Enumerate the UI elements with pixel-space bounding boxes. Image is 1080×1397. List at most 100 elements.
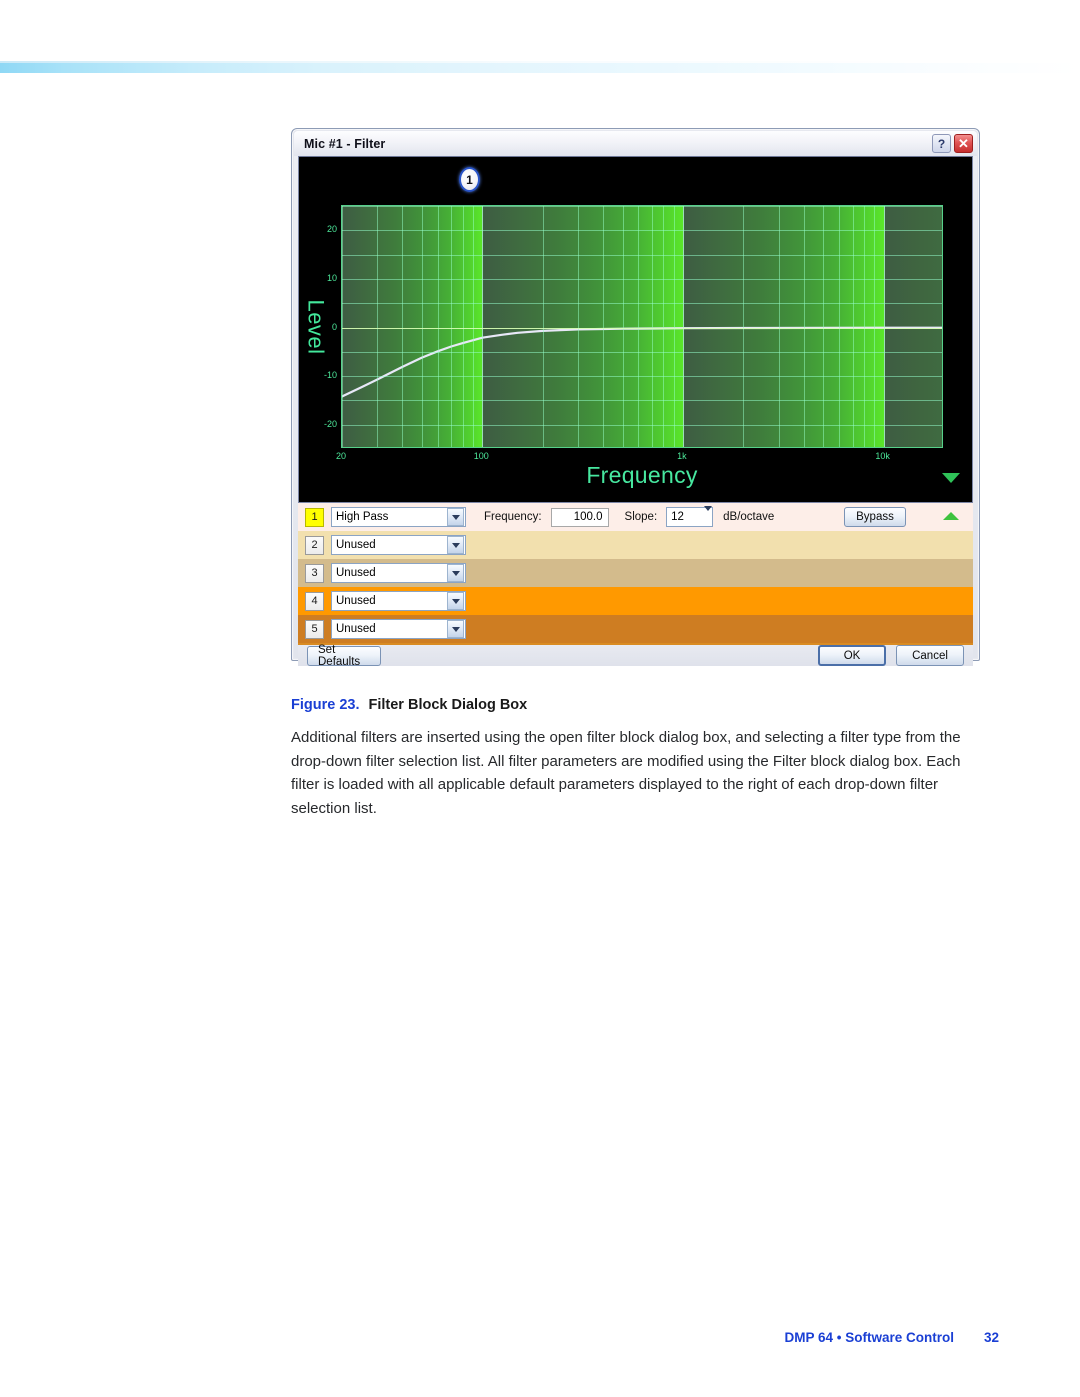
y-axis-tick-labels: 20 10 0 -10 -20 <box>299 205 337 448</box>
slope-label: Slope: <box>624 511 658 523</box>
graph-gridline-vertical <box>743 206 744 447</box>
graph-gridline-vertical <box>463 206 464 447</box>
filter-node-badge-1[interactable]: 1 <box>459 167 480 192</box>
graph-gridline-vertical <box>603 206 604 447</box>
filter-type-value: High Pass <box>336 511 389 523</box>
graph-gridline-vertical <box>663 206 664 447</box>
slope-unit-label: dB/octave <box>723 511 775 523</box>
filter-badge-row: 1 <box>299 157 972 205</box>
chevron-down-glyph <box>451 542 460 548</box>
filter-type-value: Unused <box>336 539 376 551</box>
x-axis-tick-label: 1k <box>677 451 687 461</box>
graph-gridline-vertical <box>482 206 483 447</box>
close-icon[interactable]: ✕ <box>954 134 973 153</box>
filter-row-number-2[interactable]: 2 <box>305 535 324 555</box>
graph-gridline-vertical <box>473 206 474 447</box>
filter-type-select-2[interactable]: Unused <box>331 535 466 555</box>
y-axis-tick-label: 20 <box>326 224 337 235</box>
filter-row[interactable]: 1 High Pass Frequency: 100.0 Slope: 12 dB/octa… <box>298 503 973 531</box>
filter-type-value: Unused <box>336 595 376 607</box>
chevron-down-icon[interactable] <box>704 506 713 523</box>
x-axis-title: Frequency <box>586 462 698 488</box>
filter-row-number-4[interactable]: 4 <box>305 591 324 611</box>
filter-row-number-3[interactable]: 3 <box>305 563 324 583</box>
chevron-down-icon[interactable] <box>447 508 464 526</box>
graph-gridline-horizontal <box>342 206 942 207</box>
y-axis-tick-label: 0 <box>331 321 337 332</box>
chevron-down-glyph <box>451 570 460 576</box>
slope-select[interactable]: 12 <box>666 506 714 527</box>
chevron-down-glyph <box>451 598 460 604</box>
filter-response-graph[interactable]: 1 Level 20 10 0 -10 -20 20 100 1k 10k Frequency <box>298 156 973 503</box>
filter-type-select-5[interactable]: Unused <box>331 619 466 639</box>
y-axis-tick-label: -10 <box>323 370 337 381</box>
graph-gridline-vertical <box>438 206 439 447</box>
graph-gridline-horizontal <box>342 376 942 377</box>
graph-gridline-vertical <box>853 206 854 447</box>
y-axis-tick-label: 10 <box>326 272 337 283</box>
graph-gridline-horizontal <box>342 425 942 426</box>
filter-type-select-1[interactable]: High Pass <box>331 507 466 527</box>
graph-gridline-vertical <box>451 206 452 447</box>
graph-gridline-vertical <box>578 206 579 447</box>
x-axis-tick-label: 20 <box>335 451 347 461</box>
chevron-down-icon[interactable] <box>447 536 464 554</box>
graph-gridline-horizontal <box>342 328 942 329</box>
filter-row[interactable]: 5 Unused <box>298 615 973 643</box>
figure-number: Figure 23. <box>291 697 360 713</box>
graph-gridline-vertical <box>779 206 780 447</box>
chevron-down-icon[interactable] <box>447 620 464 638</box>
graph-gridline-vertical <box>674 206 675 447</box>
graph-gridline-vertical <box>422 206 423 447</box>
graph-gridline-horizontal <box>342 303 942 304</box>
filter-type-value: Unused <box>336 567 376 579</box>
frequency-input[interactable]: 100.0 <box>550 507 609 527</box>
graph-gridline-vertical <box>864 206 865 447</box>
figure-caption: Figure 23. Filter Block Dialog Box <box>291 697 991 713</box>
filter-list: 1 High Pass Frequency: 100.0 Slope: 12 dB/octa… <box>298 503 973 643</box>
graph-gridline-horizontal <box>342 279 942 280</box>
dialog-title-bar[interactable]: Mic #1 - Filter ? ✕ <box>294 131 977 156</box>
y-axis-tick-label: -20 <box>323 418 337 429</box>
chevron-down-glyph <box>451 626 460 632</box>
x-axis-tick-label: 100 <box>473 451 489 461</box>
triangle-up-icon[interactable] <box>943 512 959 520</box>
graph-gridline-horizontal <box>342 255 942 256</box>
filter-type-value: Unused <box>336 623 376 635</box>
graph-gridline-vertical <box>623 206 624 447</box>
figure-title: Filter Block Dialog Box <box>368 697 528 713</box>
page-top-banner <box>0 63 1080 73</box>
filter-row-number-1[interactable]: 1 <box>305 507 324 527</box>
ok-button[interactable]: OK <box>818 645 886 666</box>
graph-gridline-vertical <box>839 206 840 447</box>
set-defaults-button[interactable]: Set Defaults <box>307 644 381 668</box>
page-footer: DMP 64 • Software Control 32 <box>0 1330 1080 1345</box>
graph-gridline-vertical <box>652 206 653 447</box>
page-number: 32 <box>983 1330 999 1345</box>
chevron-down-icon[interactable] <box>447 592 464 610</box>
graph-gridline-vertical <box>543 206 544 447</box>
bypass-button[interactable]: Bypass <box>844 507 906 527</box>
slope-value: 12 <box>671 511 684 523</box>
x-axis-tick-label: 10k <box>875 451 890 461</box>
dialog-primary-buttons: OK Cancel <box>818 645 964 666</box>
body-paragraph: Additional filters are inserted using th… <box>291 729 961 817</box>
filter-type-select-3[interactable]: Unused <box>331 563 466 583</box>
filter-row[interactable]: 4 Unused <box>298 587 973 615</box>
filter-type-select-4[interactable]: Unused <box>331 591 466 611</box>
chevron-down-glyph <box>451 514 460 520</box>
cancel-button[interactable]: Cancel <box>896 645 964 666</box>
graph-gridline-vertical <box>342 206 343 447</box>
triangle-down-icon[interactable] <box>942 473 960 483</box>
chevron-down-icon[interactable] <box>447 564 464 582</box>
dialog-title: Mic #1 - Filter <box>304 136 386 151</box>
graph-gridline-vertical <box>804 206 805 447</box>
footer-title: DMP 64 • Software Control <box>784 1330 954 1345</box>
graph-gridline-vertical <box>638 206 639 447</box>
chevron-down-glyph <box>704 506 713 523</box>
graph-gridline-horizontal <box>342 230 942 231</box>
filter-row[interactable]: 3 Unused <box>298 559 973 587</box>
filter-row[interactable]: 2 Unused <box>298 531 973 559</box>
help-icon[interactable]: ? <box>932 134 951 153</box>
filter-row-number-5[interactable]: 5 <box>305 619 324 639</box>
